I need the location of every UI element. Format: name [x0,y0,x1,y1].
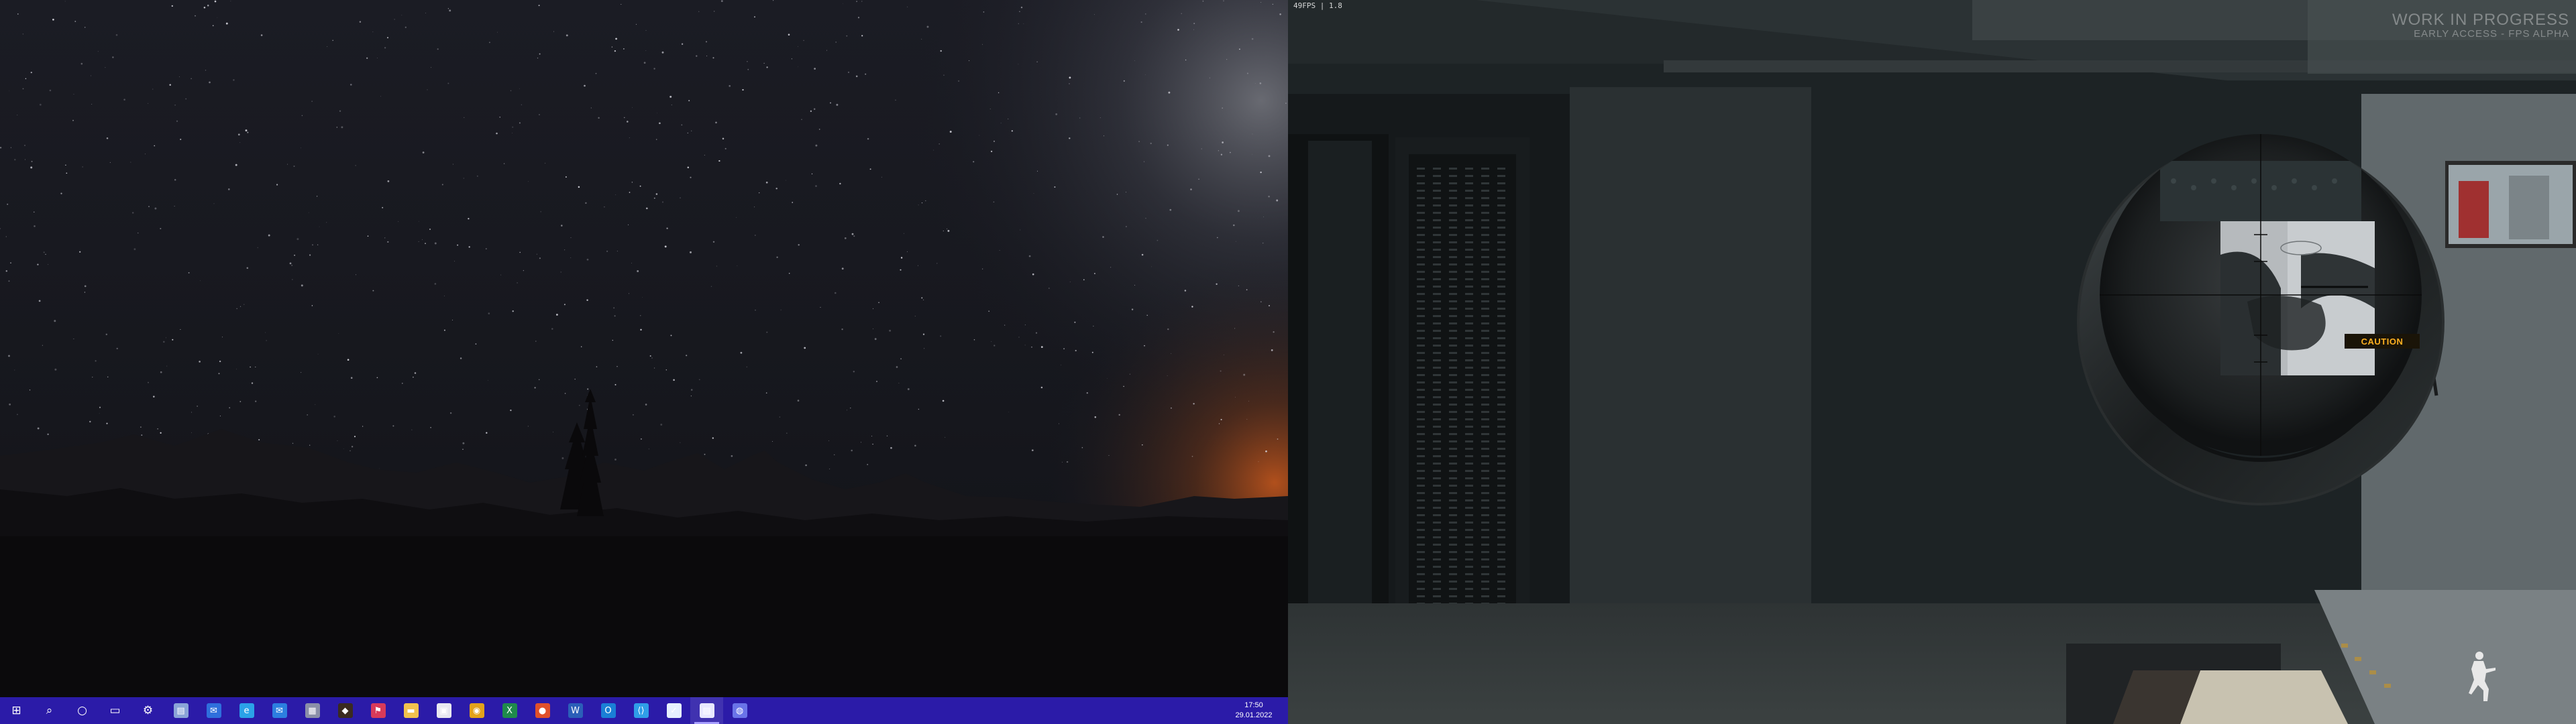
clock-date: 29.01.2022 [1235,711,1273,719]
word-app[interactable]: W [559,697,592,724]
watermark-title: WORK IN PROGRESS [2392,11,2569,29]
fps-counter: 49FPS | 1.8 [1293,1,1342,10]
game-launcher-app[interactable]: ◆ [329,697,362,724]
vscode-icon: ⟨⟩ [633,703,649,718]
calculator-icon: ▦ [305,703,320,718]
mail-icon: ✉ [206,703,221,718]
outlook-app[interactable]: O [592,697,625,724]
outlook-icon: O [600,703,616,718]
flag-icon: ⚑ [370,703,386,718]
file-explorer-app[interactable]: ▤ [164,697,197,724]
chrome-app[interactable]: ◉ [460,697,493,724]
excel-app[interactable]: X [493,697,526,724]
word-icon: W [568,703,583,718]
system-clock[interactable]: 17:50 29.01.2022 [1224,697,1284,724]
clock-time: 17:50 [1244,701,1263,709]
explorer-folder-app[interactable]: ▬ [394,697,427,724]
taskbar-app-list: ⊞ ⌕ ○ ▭ ⚙ ▤ ✉ e ✉ ▦ ◆ ⚑ ▬ ▣ ◉ X ● W O ⟨⟩ ✓ ▤ ◍ [0,697,756,724]
vscode-app[interactable]: ⟨⟩ [625,697,657,724]
left-monitor-desktop: ⊞ ⌕ ○ ▭ ⚙ ▤ ✉ e ✉ ▦ ◆ ⚑ ▬ ▣ ◉ X ● W O ⟨⟩ ✓ ▤ ◍ 17:50 29.01.202… [0,0,1288,724]
task-view-icon: ▭ [109,704,121,717]
browser-icon: ● [535,703,550,718]
right-monitor-game: 49FPS | 1.8 WORK IN PROGRESS EARLY ACCES… [1288,0,2576,724]
circle-icon: ○ [77,704,87,717]
mail-alt-app[interactable]: ✉ [263,697,296,724]
discord-app[interactable]: ◍ [723,697,756,724]
folder-yellow-icon: ▬ [403,703,419,718]
cortana-button[interactable]: ○ [66,697,99,724]
watermark-subtitle: EARLY ACCESS - FPS ALPHA [2414,28,2569,40]
taskbar: ⊞ ⌕ ○ ▭ ⚙ ▤ ✉ e ✉ ▦ ◆ ⚑ ▬ ▣ ◉ X ● W O ⟨⟩ ✓ ▤ ◍ 17:50 29.01.202… [0,697,1288,724]
windows-icon: ⊞ [11,704,21,717]
search-button[interactable]: ⌕ [33,697,66,724]
folder-icon: ▤ [173,703,189,718]
search-icon: ⌕ [46,704,53,717]
game-window-app[interactable]: ▤ [690,697,723,724]
crouch-stance-icon [2469,652,2496,701]
excel-icon: X [502,703,517,718]
steam-app[interactable]: ✓ [657,697,690,724]
edge-icon: e [239,703,254,718]
caution-sign: CAUTION [2345,334,2420,349]
browser-app[interactable]: ● [526,697,559,724]
task-view-button[interactable]: ▭ [99,697,131,724]
work-in-progress-watermark: WORK IN PROGRESS EARLY ACCESS - FPS ALPH… [2392,11,2569,40]
chrome-icon: ◉ [469,703,484,718]
calculator-app[interactable]: ▦ [296,697,329,724]
store-app[interactable]: ▣ [427,697,460,724]
envelope-icon: ✉ [272,703,287,718]
settings-app[interactable]: ⚙ [131,697,164,724]
flag-app[interactable]: ⚑ [362,697,394,724]
start-button[interactable]: ⊞ [0,697,33,724]
game-scene [1288,0,2576,724]
mail-app[interactable]: ✉ [197,697,230,724]
desktop-wallpaper [0,0,1288,697]
gear-icon: ⚙ [142,704,154,717]
discord-icon: ◍ [732,703,747,718]
steam-icon: ✓ [666,703,682,718]
store-icon: ▣ [436,703,451,718]
window-icon: ▤ [699,703,714,718]
game-icon: ◆ [337,703,353,718]
edge-app[interactable]: e [230,697,263,724]
